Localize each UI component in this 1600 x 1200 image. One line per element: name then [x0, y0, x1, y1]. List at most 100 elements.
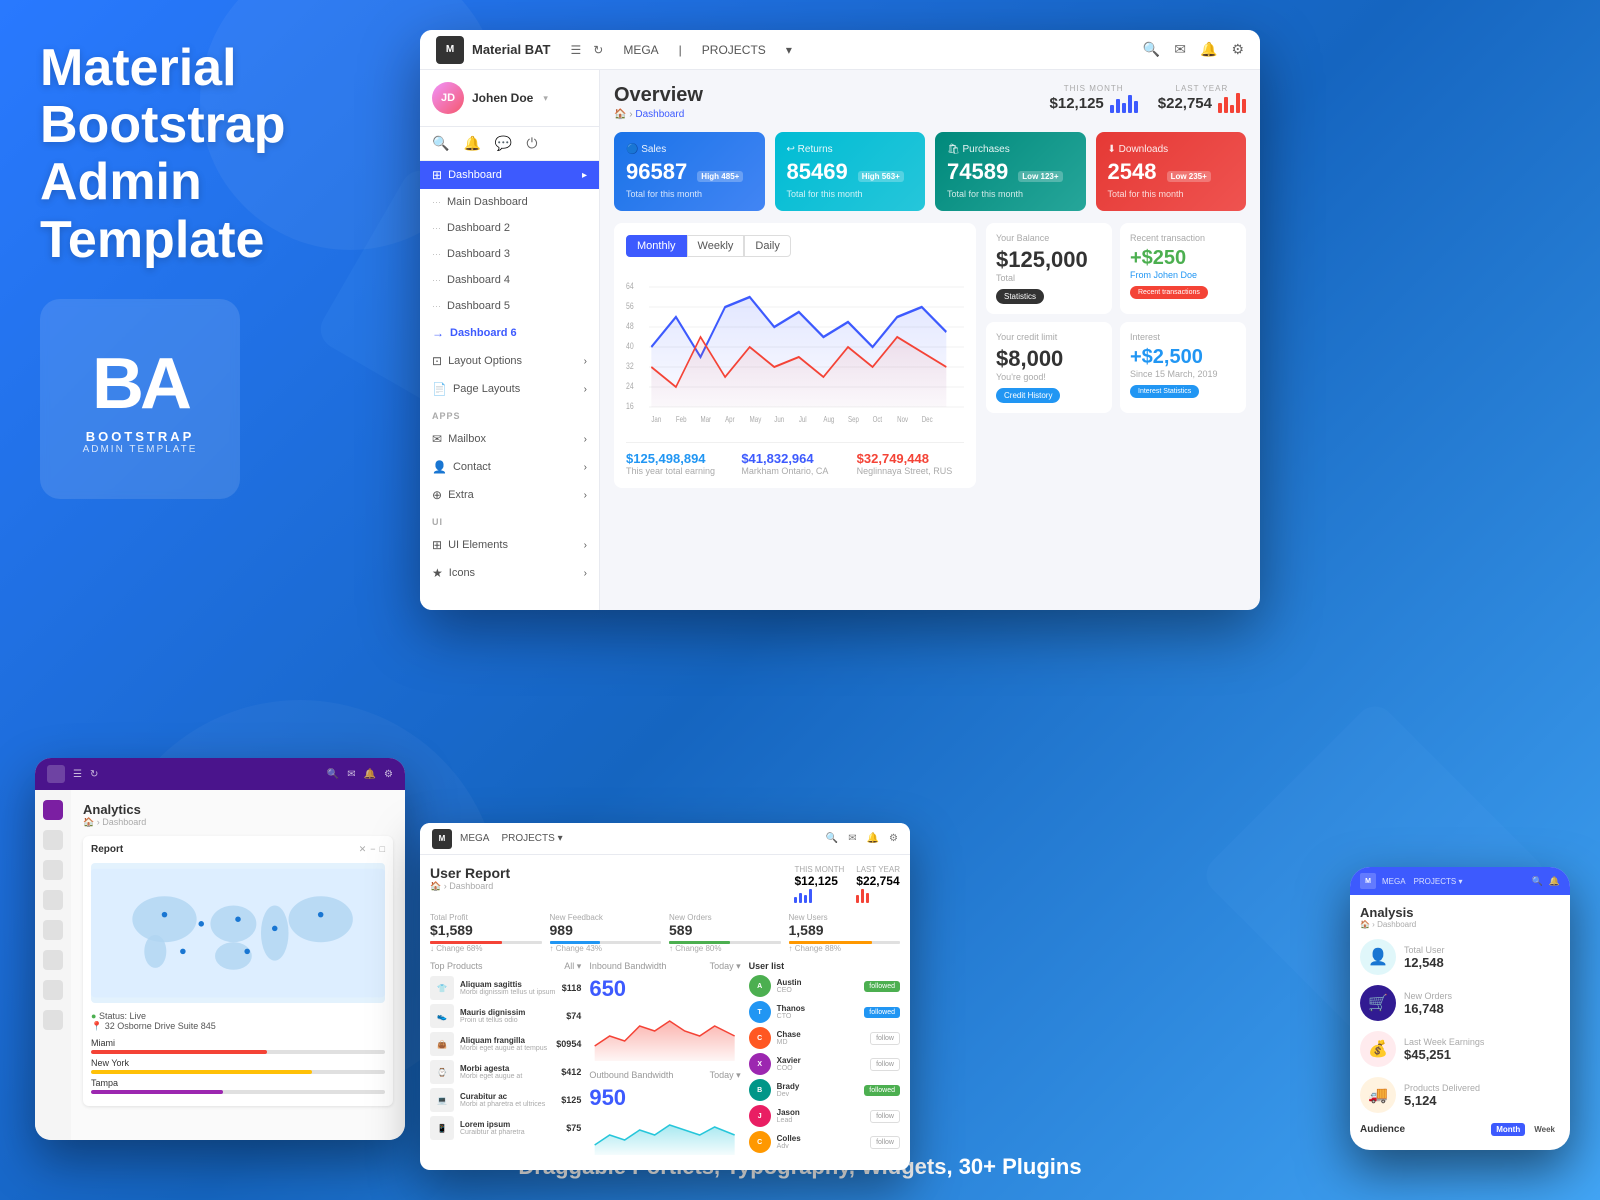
tablet-mail-icon[interactable]: ✉: [347, 769, 355, 780]
last-year-stat: LAST YEAR $22,754: [1158, 84, 1246, 113]
tablet-right-icons: 🔍 ✉ 🔔 ⚙: [327, 769, 393, 780]
bell-sidebar-icon[interactable]: 🔔: [463, 135, 480, 152]
bcw-projects[interactable]: PROJECTS ▾: [501, 833, 562, 844]
icons-sidebar-icon: ★: [432, 566, 443, 580]
purchases-sub: Total for this month: [947, 189, 1074, 199]
user-btn-3[interactable]: follow: [870, 1032, 900, 1045]
this-month-chart: [1110, 93, 1138, 113]
week-toggle[interactable]: Week: [1529, 1123, 1560, 1136]
tablet-sidebar-icon-3[interactable]: [43, 890, 63, 910]
power-sidebar-icon[interactable]: ⏻: [526, 135, 537, 152]
user-btn-7[interactable]: follow: [870, 1136, 900, 1149]
today-filter[interactable]: Today ▾: [710, 961, 741, 972]
chart-footer: $125,498,894 This year total earning $41…: [626, 442, 964, 476]
report-expand-icon[interactable]: □: [380, 844, 385, 855]
nav-mega[interactable]: MEGA: [623, 43, 658, 57]
bcw-mega[interactable]: MEGA: [460, 833, 489, 844]
bell-icon[interactable]: 🔔: [1200, 41, 1217, 58]
report-minimize-icon[interactable]: −: [370, 844, 375, 855]
sidebar-item-extra[interactable]: ⊕ Extra ›: [420, 481, 599, 509]
sidebar-item-dashboard4[interactable]: ··· Dashboard 4: [420, 267, 599, 293]
settings-icon[interactable]: ⚙: [1231, 41, 1244, 58]
sidebar-item-dashboard[interactable]: ⊞ Dashboard ▸: [420, 161, 599, 189]
tablet-sidebar-icon-4[interactable]: [43, 920, 63, 940]
phone-search-icon[interactable]: 🔍: [1532, 876, 1543, 887]
sidebar-item-dashboard6[interactable]: → Dashboard 6: [420, 319, 599, 347]
svg-text:Apr: Apr: [725, 415, 735, 424]
user-row-3: C Chase MD follow: [749, 1027, 900, 1049]
sidebar-item-main-dashboard[interactable]: ··· Main Dashboard: [420, 189, 599, 215]
miami-label: Miami: [91, 1038, 385, 1048]
phone-mega[interactable]: MEGA: [1382, 877, 1406, 886]
search-sidebar-icon[interactable]: 🔍: [432, 135, 449, 152]
tablet-sidebar-icon-7[interactable]: [43, 1010, 63, 1030]
downloads-sub: Total for this month: [1108, 189, 1235, 199]
chat-sidebar-icon[interactable]: 💬: [495, 135, 512, 152]
tablet-sidebar-icon-1[interactable]: [43, 830, 63, 850]
user-btn-2[interactable]: followed: [864, 1007, 900, 1018]
month-toggle[interactable]: Month: [1491, 1123, 1525, 1136]
top-products-filter[interactable]: All ▾: [564, 961, 581, 972]
nav-projects[interactable]: PROJECTS: [702, 43, 766, 57]
credit-history-btn[interactable]: Credit History: [996, 388, 1060, 403]
bcw-bell-icon[interactable]: 🔔: [867, 833, 879, 844]
svg-text:56: 56: [626, 301, 634, 311]
tablet-settings-icon[interactable]: ⚙: [384, 769, 393, 780]
user-btn-5[interactable]: followed: [864, 1085, 900, 1096]
sidebar-item-icons[interactable]: ★ Icons ›: [420, 559, 599, 587]
sidebar-item-layout[interactable]: ⊡ Layout Options ›: [420, 347, 599, 375]
newyork-label: New York: [91, 1058, 385, 1068]
mail-icon[interactable]: ✉: [1174, 41, 1186, 58]
sidebar-item-contact[interactable]: 👤 Contact ›: [420, 453, 599, 481]
tablet-sidebar-icon-active[interactable]: [43, 800, 63, 820]
tab-monthly[interactable]: Monthly: [626, 235, 687, 257]
inbound-chart: [589, 1006, 740, 1061]
sidebar-item-dashboard2[interactable]: ··· Dashboard 2: [420, 215, 599, 241]
purchases-card: 🛍 Purchases 74589 Low 123+ Total for thi…: [935, 132, 1086, 211]
refresh-icon[interactable]: ↻: [593, 43, 603, 57]
location2-label: Neglinnaya Street, RUS: [857, 466, 964, 476]
tab-daily[interactable]: Daily: [744, 235, 790, 257]
hero-section: Material Bootstrap Admin Template BA BOO…: [40, 40, 420, 519]
top-products-title: Top Products All ▾: [430, 961, 581, 972]
bcw-search-icon[interactable]: 🔍: [826, 833, 838, 844]
recent-transactions-btn[interactable]: Recent transactions: [1130, 286, 1208, 299]
menu-icon[interactable]: ☰: [571, 43, 582, 57]
user-btn-4[interactable]: follow: [870, 1058, 900, 1071]
phone-logo: M: [1360, 873, 1376, 889]
new-users-stat: New Users 1,589 ↑ Change 88%: [789, 913, 901, 953]
user-dropdown-icon[interactable]: ▾: [543, 93, 548, 104]
phone-bell-icon[interactable]: 🔔: [1549, 876, 1560, 887]
today-filter2[interactable]: Today ▾: [710, 1070, 741, 1081]
tablet-search-icon[interactable]: 🔍: [327, 769, 339, 780]
tablet-sidebar: [35, 790, 71, 1140]
titlebar-icons: ☰ ↻: [571, 43, 604, 57]
sidebar-item-page-layouts[interactable]: 📄 Page Layouts ›: [420, 375, 599, 403]
user-report-window: M MEGA PROJECTS ▾ 🔍 ✉ 🔔 ⚙ User Report 🏠 …: [420, 823, 910, 1170]
phone-projects[interactable]: PROJECTS ▾: [1414, 877, 1463, 886]
sidebar-item-dashboard5[interactable]: ··· Dashboard 5: [420, 293, 599, 319]
user-btn-1[interactable]: followed: [864, 981, 900, 992]
credit-card: Your credit limit $8,000 You're good! Cr…: [986, 322, 1112, 413]
svg-text:Oct: Oct: [873, 415, 883, 424]
sidebar-label-d3: Dashboard 3: [447, 248, 510, 260]
tab-weekly[interactable]: Weekly: [687, 235, 745, 257]
bcw-settings-icon[interactable]: ⚙: [889, 833, 898, 844]
tablet-sidebar-icon-5[interactable]: [43, 950, 63, 970]
ui-icon: ⊞: [432, 538, 442, 552]
sidebar-item-ui-elements[interactable]: ⊞ UI Elements ›: [420, 531, 599, 559]
user-btn-6[interactable]: follow: [870, 1110, 900, 1123]
tablet-sidebar-icon-2[interactable]: [43, 860, 63, 880]
sidebar-item-dashboard3[interactable]: ··· Dashboard 3: [420, 241, 599, 267]
tablet-menu-icon[interactable]: ☰: [73, 769, 82, 780]
svg-text:Jun: Jun: [774, 415, 784, 424]
statistics-btn[interactable]: Statistics: [996, 289, 1044, 304]
tablet-sidebar-icon-6[interactable]: [43, 980, 63, 1000]
interest-statistics-btn[interactable]: Interest Statistics: [1130, 385, 1199, 398]
search-icon[interactable]: 🔍: [1143, 41, 1160, 58]
tablet-bell-icon[interactable]: 🔔: [364, 769, 376, 780]
report-close-icon[interactable]: ✕: [359, 844, 367, 855]
tablet-refresh-icon[interactable]: ↻: [90, 769, 98, 780]
sidebar-item-mailbox[interactable]: ✉ Mailbox ›: [420, 425, 599, 453]
bcw-mail-icon[interactable]: ✉: [848, 833, 856, 844]
